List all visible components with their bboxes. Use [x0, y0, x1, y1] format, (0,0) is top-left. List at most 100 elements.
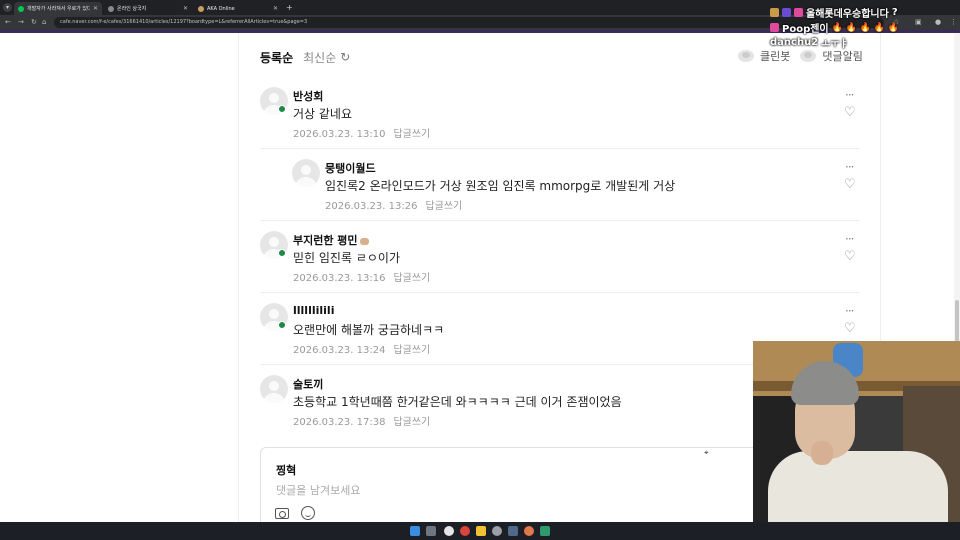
streamer-webcam	[753, 341, 960, 540]
forward-icon[interactable]: →	[18, 18, 24, 27]
comment-text: 오랜만에 해볼까 궁금하네ㅋㅋ	[293, 323, 445, 337]
new-tab-icon[interactable]: +	[286, 2, 293, 13]
member-level-icon	[278, 105, 286, 113]
comment-notify-toggle[interactable]: 댓글알림	[822, 48, 862, 64]
comment-meta: 2026.03.23. 13:10 답글쓰기	[293, 125, 430, 140]
browser-tab-3[interactable]: AKA Online ✕	[194, 2, 282, 15]
comment-nickname[interactable]: 반성회	[293, 88, 323, 104]
member-emoji-icon	[359, 237, 369, 245]
app-icon[interactable]	[460, 526, 470, 536]
chat-username: danchu2	[770, 37, 819, 48]
bell-icon	[800, 50, 817, 62]
chat-text: ㅗㅜㅑ	[821, 39, 849, 50]
heart-badge-icon	[794, 8, 803, 17]
tier-badge-icon	[782, 8, 791, 17]
browser-tab-title: 개발자가 사라져서 우로가 있다	[27, 6, 90, 12]
comment-date: 2026.03.23. 13:16	[293, 273, 386, 284]
comment-text: 거상 같네요	[293, 107, 353, 121]
divider	[260, 220, 860, 221]
browser-tab-title: AKA Online	[207, 5, 235, 12]
comment-nickname[interactable]: llllllilili	[293, 304, 334, 317]
menu-icon[interactable]: ⋮	[950, 18, 957, 27]
folder-icon[interactable]	[476, 526, 486, 536]
heart-icon[interactable]: ♡	[844, 177, 856, 192]
reload-icon[interactable]: ↻	[31, 18, 37, 27]
member-level-icon	[278, 321, 286, 329]
browser-tab-title: 온라인 상국지	[117, 6, 147, 12]
browser-tab-2[interactable]: 온라인 상국지 ✕	[104, 2, 192, 15]
divider	[260, 148, 860, 149]
app-icon[interactable]	[524, 526, 534, 536]
stream-chat-overlay: 올해롯데우승합니다 ? Poop젠이 🔥 🔥 🔥 🔥 🔥 danchu2 ㅗㅜㅑ	[770, 5, 950, 50]
camera-icon[interactable]	[275, 508, 289, 519]
chat-username: Poop젠이	[782, 24, 829, 35]
member-level-icon	[278, 249, 286, 257]
more-icon[interactable]: ···	[845, 232, 855, 246]
heart-icon[interactable]: ♡	[844, 105, 856, 120]
comment-sort-bar: 등록순 최신순 ↻	[260, 48, 350, 66]
sort-by-latest[interactable]: 최신순	[303, 49, 336, 66]
emoji-icon[interactable]	[301, 506, 315, 520]
close-tab-icon[interactable]: ✕	[93, 5, 98, 12]
nickname-text: 부지런한 평민	[293, 234, 358, 247]
refresh-icon[interactable]: ↻	[340, 50, 350, 64]
app-icon[interactable]	[540, 526, 550, 536]
comment-meta: 2026.03.23. 17:38 답글쓰기	[293, 413, 430, 428]
comment-text: 초등학교 1학년때쯤 한거같은데 와ㅋㅋㅋㅋ 근데 이거 존잼이었음	[293, 395, 622, 409]
more-icon[interactable]: ···	[845, 88, 855, 102]
naver-cafe-favicon-icon	[18, 5, 24, 12]
comment-nickname[interactable]: 뭉탱이월드	[325, 160, 376, 176]
cleanbot-toggle[interactable]: 클린봇	[760, 48, 790, 64]
writer-nickname: 찡혁	[276, 464, 297, 477]
comment-nickname[interactable]: 부지런한 평민	[293, 232, 369, 248]
chat-message: danchu2 ㅗㅜㅑ	[770, 35, 950, 50]
sort-by-registered[interactable]: 등록순	[260, 49, 293, 66]
comment-meta: 2026.03.23. 13:16 답글쓰기	[293, 269, 430, 284]
windows-taskbar	[0, 522, 960, 540]
reply-button[interactable]: 답글쓰기	[393, 345, 430, 356]
chat-message: Poop젠이 🔥 🔥 🔥 🔥 🔥	[770, 20, 950, 35]
reply-button[interactable]: 답글쓰기	[425, 201, 462, 212]
reply-button[interactable]: 답글쓰기	[393, 129, 430, 140]
comment-date: 2026.03.23. 13:10	[293, 129, 386, 140]
browser-tab-1[interactable]: 개발자가 사라져서 우로가 있다 ✕	[14, 2, 102, 15]
comment-nickname[interactable]: 술토끼	[293, 376, 323, 392]
aka-favicon-icon	[198, 5, 204, 12]
comment-date: 2026.03.23. 13:24	[293, 345, 386, 356]
comment-date: 2026.03.23. 17:38	[293, 417, 386, 428]
more-icon[interactable]: ···	[845, 304, 855, 318]
comment-text: 믿힌 임진록 ㄹㅇ이가	[293, 251, 400, 265]
chat-text: ?	[891, 7, 898, 18]
comment-input[interactable]: 댓글을 남겨보세요	[276, 482, 360, 498]
back-icon[interactable]: ←	[5, 18, 11, 27]
heart-icon[interactable]: ♡	[844, 321, 856, 336]
page-left-margin	[0, 33, 238, 522]
comment-tools: 클린봇 댓글알림	[738, 48, 863, 64]
comment-meta: 2026.03.23. 13:26 답글쓰기	[325, 197, 462, 212]
settings-icon[interactable]	[492, 526, 502, 536]
chrome-icon[interactable]	[444, 526, 454, 536]
chat-message: 올해롯데우승합니다 ?	[770, 5, 950, 20]
webcam-hand	[811, 441, 833, 465]
comment-meta: 2026.03.23. 13:24 답글쓰기	[293, 341, 430, 356]
close-tab-icon[interactable]: ✕	[273, 5, 278, 12]
chat-text: 🔥 🔥 🔥 🔥 🔥	[831, 22, 900, 33]
home-icon[interactable]: ⌂	[42, 18, 46, 27]
search-icon[interactable]	[426, 526, 436, 536]
close-tab-icon[interactable]: ✕	[183, 5, 188, 12]
heart-badge-icon	[770, 23, 779, 32]
comment-text: 임진록2 온라인모드가 거상 원조임 임진록 mmorpg로 개발된게 거상	[325, 179, 676, 193]
start-icon[interactable]	[410, 526, 420, 536]
reply-button[interactable]: 답글쓰기	[393, 417, 430, 428]
more-icon[interactable]: ···	[845, 160, 855, 174]
heart-icon[interactable]: ♡	[844, 249, 856, 264]
chat-username: 올해롯데우승합니다	[806, 9, 889, 20]
tab-search-icon[interactable]: ▾	[3, 3, 12, 12]
avatar[interactable]	[260, 375, 288, 403]
divider	[260, 292, 860, 293]
avatar[interactable]	[292, 159, 320, 187]
comment-write-box: 찡혁 댓글을 남겨보세요	[260, 447, 820, 527]
url-field[interactable]: cafe.naver.com/f-e/cafes/31661410/articl…	[54, 17, 884, 28]
steam-icon[interactable]	[508, 526, 518, 536]
reply-button[interactable]: 답글쓰기	[393, 273, 430, 284]
